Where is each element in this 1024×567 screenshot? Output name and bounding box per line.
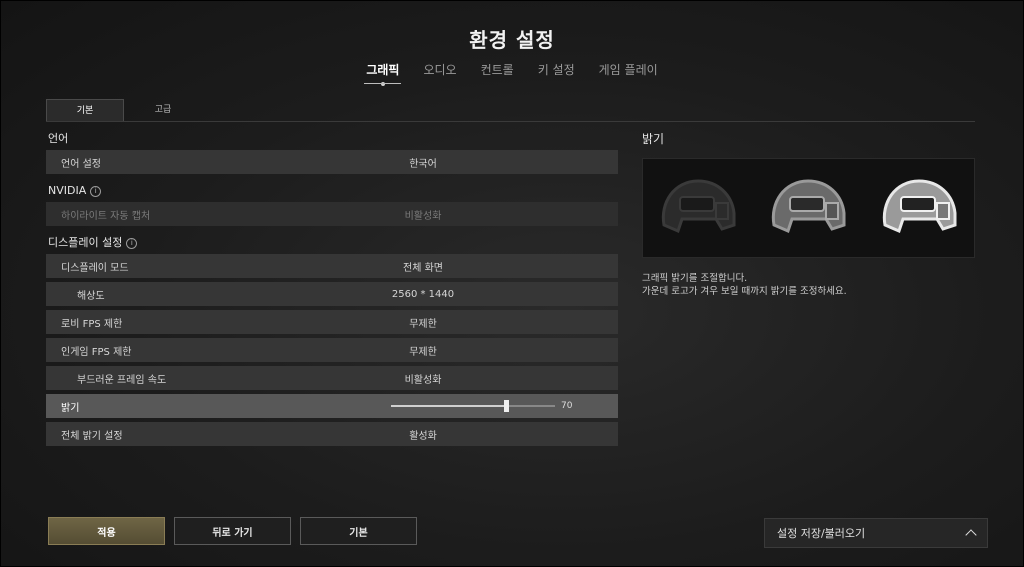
setting-row-smooth-framerate[interactable]: 부드러운 프레임 속도 비활성화 <box>46 366 618 390</box>
preview-panel: 밝기 그래픽 밝기를 조절합니다. 가운데 로고가 겨우 보일 때까지 밝기를 … <box>642 122 975 298</box>
setting-row-brightness[interactable]: 밝기 70 <box>46 394 618 418</box>
setting-label: 디스플레이 모드 <box>61 262 129 274</box>
info-icon[interactable]: i <box>90 186 102 197</box>
setting-row-resolution[interactable]: 해상도 2560 * 1440 <box>46 282 618 306</box>
apply-button[interactable]: 적용 <box>48 517 165 545</box>
setting-label: 언어 설정 <box>61 158 101 170</box>
section-language-label: 언어 <box>48 132 69 145</box>
section-nvidia-header: NVIDIA i <box>46 180 618 202</box>
tab-keybinds[interactable]: 키 설정 <box>526 61 587 78</box>
setting-label: 전체 밝기 설정 <box>61 430 123 442</box>
section-language-header: 언어 <box>46 128 618 150</box>
tab-controls[interactable]: 컨트롤 <box>469 61 526 78</box>
tab-gameplay[interactable]: 게임 플레이 <box>587 61 670 78</box>
setting-value: 활성화 <box>409 430 437 442</box>
brightness-preview <box>642 158 975 258</box>
brightness-value: 70 <box>561 401 573 411</box>
button-bar: 적용 뒤로 가기 기본 <box>48 517 417 545</box>
section-display-header: 디스플레이 설정 i <box>46 232 618 254</box>
brightness-slider-fill <box>391 405 506 407</box>
setting-label: 해상도 <box>77 290 105 302</box>
description-line-1: 그래픽 밝기를 조절합니다. <box>642 273 748 284</box>
setting-value: 무제한 <box>409 346 437 358</box>
setting-value: 무제한 <box>409 318 437 330</box>
description-line-2: 가운데 로고가 겨우 보일 때까지 밝기를 조정하세요. <box>642 286 847 297</box>
main-tabs: 그래픽 오디오 컨트롤 키 설정 게임 플레이 <box>0 61 1024 86</box>
setting-row-ingame-fps[interactable]: 인게임 FPS 제한 무제한 <box>46 338 618 362</box>
tab-graphics[interactable]: 그래픽 <box>354 61 411 86</box>
setting-row-language[interactable]: 언어 설정 한국어 <box>46 150 618 174</box>
tab-audio[interactable]: 오디오 <box>411 61 468 78</box>
save-load-settings-button[interactable]: 설정 저장/불러오기 <box>764 518 988 548</box>
setting-value: 한국어 <box>409 158 437 170</box>
setting-label: 인게임 FPS 제한 <box>61 346 132 358</box>
section-display-label: 디스플레이 설정 <box>48 236 123 249</box>
subtab-basic[interactable]: 기본 <box>46 99 124 121</box>
helmet-logo-bright-icon <box>882 179 957 234</box>
preview-title: 밝기 <box>642 132 665 146</box>
brightness-slider-handle[interactable] <box>503 400 509 412</box>
section-nvidia-label: NVIDIA <box>48 184 87 197</box>
setting-value: 비활성화 <box>404 374 442 386</box>
helmet-logo-dark-icon <box>661 179 736 234</box>
chevron-up-icon <box>965 529 977 541</box>
sub-tabs: 기본 고급 <box>46 99 202 121</box>
settings-list: 언어 언어 설정 한국어 NVIDIA i 하이라이트 자동 캡처 비활성화 디스… <box>46 122 618 450</box>
subtab-advanced[interactable]: 고급 <box>124 99 202 121</box>
setting-row-highlight-capture: 하이라이트 자동 캡처 비활성화 <box>46 202 618 226</box>
setting-value: 비활성화 <box>404 210 442 222</box>
setting-row-lobby-fps[interactable]: 로비 FPS 제한 무제한 <box>46 310 618 334</box>
page-title: 환경 설정 <box>469 28 555 52</box>
back-button[interactable]: 뒤로 가기 <box>174 517 291 545</box>
setting-row-display-mode[interactable]: 디스플레이 모드 전체 화면 <box>46 254 618 278</box>
setting-value: 전체 화면 <box>403 262 443 274</box>
setting-label: 부드러운 프레임 속도 <box>77 374 167 386</box>
setting-value: 2560 * 1440 <box>391 288 455 300</box>
setting-label: 로비 FPS 제한 <box>61 318 123 330</box>
brightness-slider[interactable] <box>391 400 555 412</box>
info-icon[interactable]: i <box>126 238 138 249</box>
helmet-logo-mid-icon <box>772 179 846 234</box>
save-load-label: 설정 저장/불러오기 <box>777 527 866 540</box>
setting-label: 밝기 <box>61 402 80 414</box>
setting-label: 하이라이트 자동 캡처 <box>61 210 151 222</box>
default-button[interactable]: 기본 <box>300 517 417 545</box>
setting-row-global-brightness[interactable]: 전체 밝기 설정 활성화 <box>46 422 618 446</box>
preview-description: 그래픽 밝기를 조절합니다. 가운데 로고가 겨우 보일 때까지 밝기를 조정하… <box>642 272 975 298</box>
